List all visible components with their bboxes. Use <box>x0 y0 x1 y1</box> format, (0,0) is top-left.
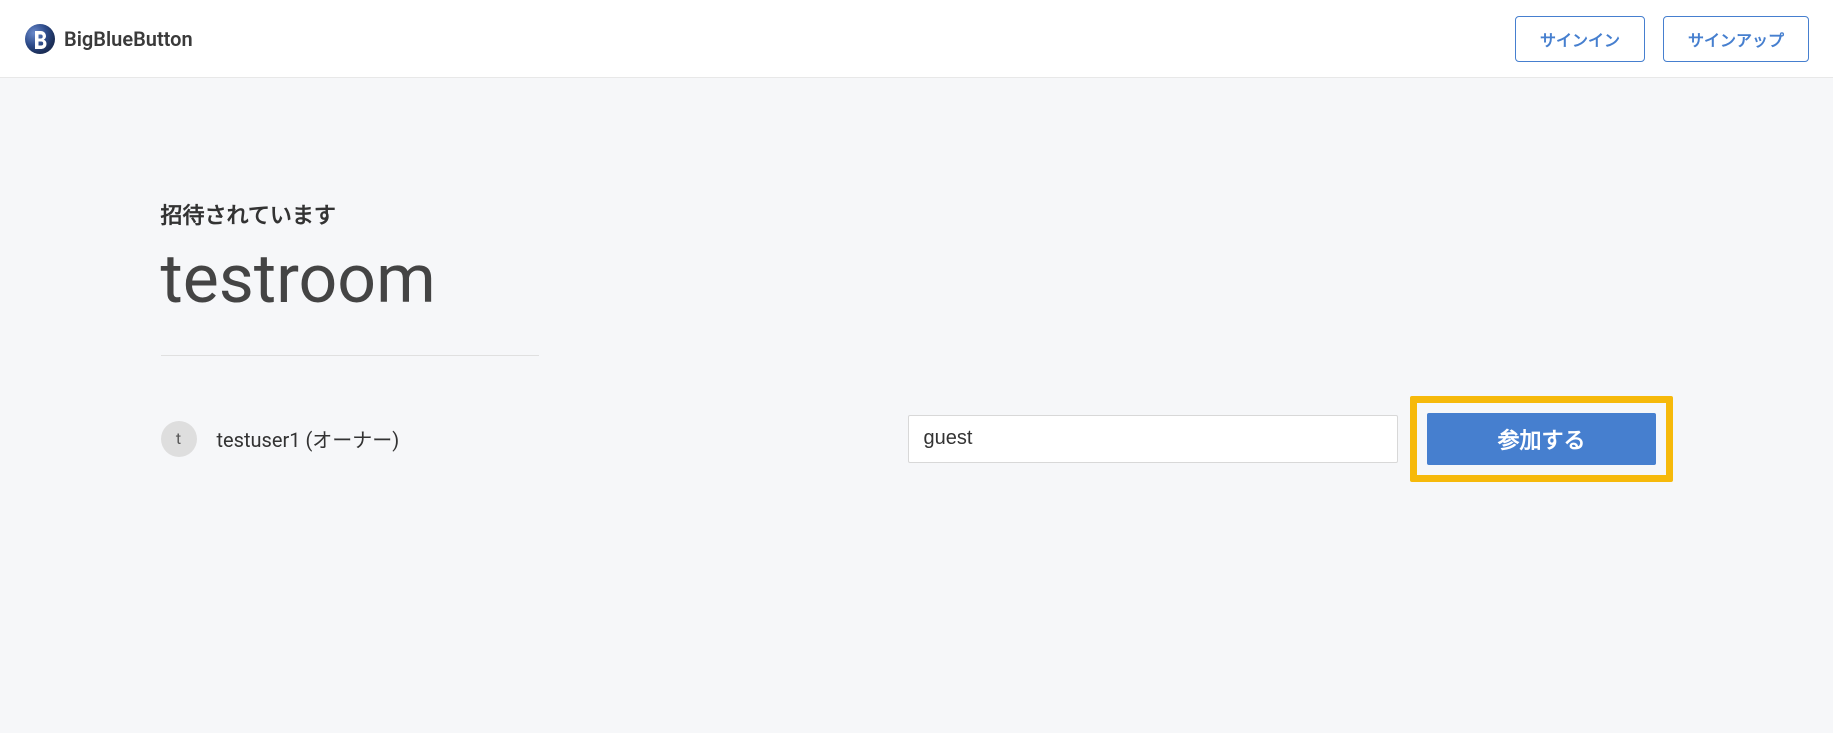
name-input[interactable] <box>908 415 1398 463</box>
room-title: testroom <box>161 242 1673 317</box>
join-button[interactable]: 参加する <box>1427 413 1655 465</box>
header-actions: サインイン サインアップ <box>1515 16 1809 62</box>
owner-label: testuser1 (オーナー) <box>217 424 400 453</box>
info-row: t testuser1 (オーナー) 参加する <box>161 396 1673 482</box>
signup-button[interactable]: サインアップ <box>1663 16 1809 62</box>
owner-area: t testuser1 (オーナー) <box>161 421 400 457</box>
signin-button[interactable]: サインイン <box>1515 16 1645 62</box>
join-highlight-box: 参加する <box>1410 396 1672 482</box>
bigbluebutton-logo-icon <box>24 23 56 55</box>
logo-text: BigBlueButton <box>64 27 193 51</box>
join-area: 参加する <box>908 396 1672 482</box>
invite-label: 招待されています <box>161 198 1673 230</box>
logo-area[interactable]: BigBlueButton <box>24 23 193 55</box>
header: BigBlueButton サインイン サインアップ <box>0 0 1833 78</box>
main-content: 招待されています testroom t testuser1 (オーナー) 参加す… <box>137 78 1697 542</box>
avatar: t <box>161 421 197 457</box>
divider <box>161 355 539 356</box>
